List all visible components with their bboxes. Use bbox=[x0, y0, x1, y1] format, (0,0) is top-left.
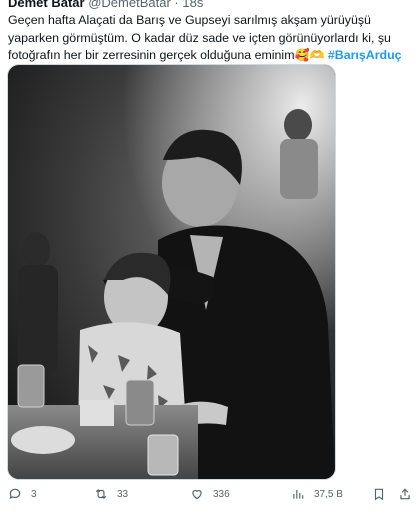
reply-button[interactable]: 3 bbox=[8, 484, 37, 504]
like-count: 336 bbox=[213, 488, 230, 500]
hashtag-link[interactable]: #BarışArduç bbox=[328, 48, 402, 62]
reply-count: 3 bbox=[31, 488, 37, 500]
author-name[interactable]: Demet Batar bbox=[8, 0, 85, 10]
retweet-button[interactable]: 33 bbox=[94, 484, 128, 504]
share-icon bbox=[400, 488, 410, 500]
views-button[interactable]: 37,5 B bbox=[291, 484, 343, 504]
views-count: 37,5 B bbox=[314, 488, 343, 500]
tweet-time[interactable]: 18s bbox=[182, 0, 203, 10]
tweet-header: Demet Batar @DemetBatar · 18s bbox=[8, 0, 408, 12]
tweet-text: Geçen hafta Alaçati da Barış ve Gupseyi … bbox=[8, 12, 408, 65]
retweet-count: 33 bbox=[117, 488, 129, 500]
bookmark-icon bbox=[374, 488, 384, 501]
tweet-photo[interactable] bbox=[7, 64, 336, 480]
views-icon bbox=[293, 489, 304, 499]
like-button[interactable]: 336 bbox=[190, 484, 230, 504]
retweet-icon bbox=[95, 489, 107, 499]
author-handle[interactable]: @DemetBatar bbox=[88, 0, 171, 10]
tweet-actions: 3 33 336 37,5 B bbox=[0, 480, 420, 508]
reply-icon bbox=[9, 488, 21, 500]
share-button[interactable] bbox=[398, 484, 420, 504]
heart-icon bbox=[192, 490, 202, 500]
tweet-emoji: 🥰🫶 bbox=[294, 48, 325, 62]
bookmark-button[interactable] bbox=[372, 484, 395, 504]
